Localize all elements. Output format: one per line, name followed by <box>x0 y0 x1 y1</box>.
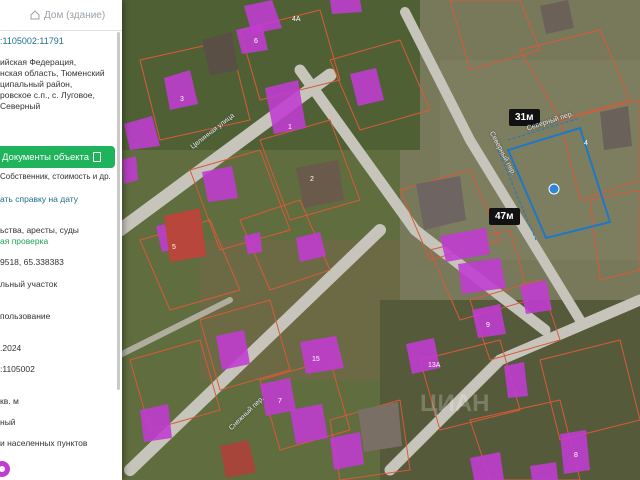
plot-number: 6 <box>254 38 258 45</box>
object-info-panel: Дом (здание) :1105002:11791 ийская Федер… <box>0 0 122 480</box>
info-line: :1105002 <box>0 364 35 374</box>
plot-number: 3 <box>180 96 184 103</box>
panel-scrollbar[interactable] <box>117 32 120 390</box>
document-icon <box>93 152 102 162</box>
coordinates: 9518, 65.338383 <box>0 257 64 267</box>
plot-number: 15 <box>312 356 320 363</box>
plot-number: 13А <box>428 362 441 369</box>
plot-number: 5 <box>172 244 176 251</box>
address-line: ципальный район, <box>0 79 73 89</box>
plot-number: 4 <box>584 140 588 147</box>
info-line: и населенных пунктов <box>0 438 88 448</box>
address-line: ийская Федерация, <box>0 57 77 67</box>
info-line: пользование <box>0 311 51 321</box>
address-line: нская область, Тюменский <box>0 68 105 78</box>
info-line: .2024 <box>0 343 22 353</box>
info-line: ьства, аресты, суды <box>0 225 79 235</box>
info-line: льный участок <box>0 279 58 289</box>
plot-number: 4А <box>292 16 301 23</box>
house-icon <box>30 10 40 20</box>
plot-number: 2 <box>310 176 314 183</box>
watermark: ЦИАН <box>420 390 490 417</box>
object-documents-label: Документы объекта <box>2 151 90 163</box>
info-line: ный <box>0 417 16 427</box>
get-certificate-link[interactable]: ать справку на дату <box>0 194 78 204</box>
plot-number: 1 <box>288 124 292 131</box>
address: ийская Федерация, нская область, Тюменск… <box>0 57 120 112</box>
plot-number: 9 <box>486 322 490 329</box>
check-link[interactable]: ая проверка <box>0 236 48 246</box>
plot-number: 8 <box>574 452 578 459</box>
plot-number: 7 <box>278 398 282 405</box>
panel-header: Дом (здание) <box>0 0 122 31</box>
info-line: кв. м <box>0 396 19 406</box>
address-line: ровское с.п., с. Луговое, <box>0 90 95 100</box>
panel-title: Дом (здание) <box>44 9 106 21</box>
cadastral-number[interactable]: :1105002:11791 <box>0 36 64 46</box>
selected-plot-marker[interactable] <box>548 183 560 195</box>
dimension-label-side: 47м <box>489 208 520 225</box>
documents-subtitle: Собственник, стоимость и др. <box>0 172 111 181</box>
object-documents-button[interactable]: Документы объекта <box>0 146 115 168</box>
address-line: Северный <box>0 101 41 111</box>
